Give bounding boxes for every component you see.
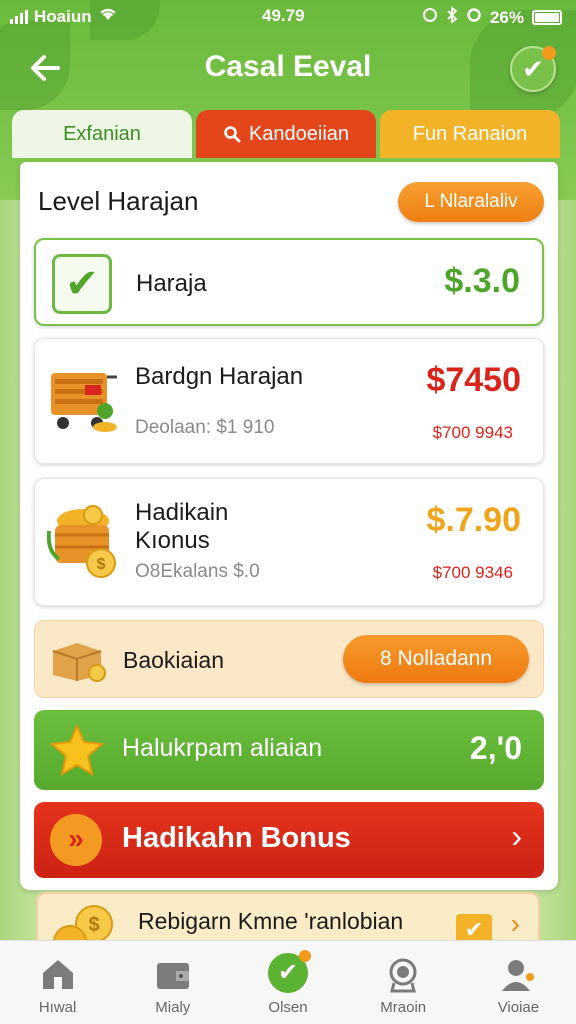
- wifi-icon: [98, 6, 118, 27]
- location-icon: [466, 7, 482, 28]
- carrier-group: Hoaiun: [10, 6, 118, 27]
- checkbox-checked[interactable]: ✔: [52, 254, 112, 314]
- signal-icon: [10, 9, 28, 24]
- green-banner[interactable]: Halukrpam aliaian 2,'0: [34, 710, 544, 790]
- home-icon: [42, 960, 73, 989]
- cart-icon: [51, 373, 117, 432]
- carrier-name: Hoaiun: [34, 6, 92, 26]
- alarm-icon: [422, 7, 438, 28]
- list-item[interactable]: ✔ Haraja $.3.0: [34, 238, 544, 326]
- nav-item-mialy[interactable]: Mialy: [115, 941, 230, 1024]
- bluetooth-icon: [446, 6, 458, 29]
- search-icon: [224, 126, 241, 143]
- chevron-right-icon: ›: [510, 908, 520, 939]
- item-name: Haraja: [136, 270, 207, 297]
- list-item[interactable]: Bardgn Harajan Deolaan: $1 910 $7450 $70…: [34, 338, 544, 464]
- box-row: Baokiaian 8 Nolladann: [34, 620, 544, 698]
- item-name: Bardgn Harajan: [135, 363, 304, 390]
- notification-dot: [299, 950, 311, 962]
- bottom-nav: Hıwal Mialy ✔ Olsen Mraoin Vioiae: [0, 940, 576, 1024]
- medal-icon: [389, 958, 417, 993]
- confirm-button[interactable]: ✔: [510, 46, 556, 92]
- box-action-button[interactable]: 8 Nolladann: [343, 635, 529, 683]
- green-banner-value: 2,'0: [469, 730, 522, 766]
- coin-basket-icon: $: [47, 505, 116, 578]
- item-detail: O8Ekalans $.0: [135, 561, 260, 582]
- battery-icon: [532, 10, 562, 25]
- checkmark-icon: ✔: [268, 950, 311, 993]
- notification-dot: [542, 46, 556, 60]
- svg-text:$: $: [88, 914, 99, 936]
- tab-kandoeiian[interactable]: Kandoeiian: [196, 110, 376, 158]
- chevron-right-icon: ›: [511, 818, 522, 854]
- nav-label: Hıwal: [38, 999, 77, 1016]
- item-sub-price: $700 9943: [432, 423, 513, 442]
- nav-item-home[interactable]: Hıwal: [0, 941, 115, 1024]
- green-banner-label: Halukrpam aliaian: [122, 734, 323, 762]
- tab-label: Kandoeiian: [248, 122, 350, 145]
- app-header: Casal Eeval ✔: [0, 40, 576, 100]
- bonus-banner-label: Hadikahn Bonus: [122, 822, 351, 854]
- tab-label: Fun Ranaion: [412, 122, 528, 145]
- status-bar: Hoaiun 49.79 26%: [0, 0, 576, 34]
- item-detail: Deolaan: $1 910: [135, 417, 275, 438]
- panel-title: Level Harajan: [38, 186, 199, 216]
- item-price: $.7.90: [426, 501, 521, 539]
- item-price: $7450: [426, 361, 521, 399]
- box-icon: [52, 643, 106, 682]
- list-item[interactable]: $ Hadikain Kıonus O8Ekalans $.0 $.7.90 $…: [34, 478, 544, 606]
- nav-item-profile[interactable]: Vioiae: [461, 941, 576, 1024]
- tab-label: Exfanian: [63, 122, 141, 145]
- nav-item-mraoin[interactable]: Mraoin: [346, 941, 461, 1024]
- main-panel: Level Harajan L Nlaralaliv ✔ Haraja $.3.…: [20, 162, 558, 890]
- status-time: 49.79: [262, 6, 305, 25]
- nav-label: Mraoin: [380, 999, 427, 1016]
- page-title: Casal Eeval: [204, 50, 372, 83]
- nav-label: Olsen: [268, 999, 308, 1016]
- box-row-label: Baokiaian: [123, 647, 225, 673]
- fast-forward-icon: »: [50, 814, 102, 866]
- item-name: Hadikain Kıonus: [135, 499, 229, 554]
- battery-percent: 26%: [489, 7, 524, 27]
- item-sub-price: $700 9346: [432, 563, 513, 582]
- star-icon: [50, 724, 104, 776]
- nav-label: Mialy: [155, 999, 191, 1016]
- tab-exfanian[interactable]: Exfanian: [12, 110, 192, 158]
- peek-row-label: Rebigarn Kmne 'ranlobian: [138, 908, 404, 934]
- bonus-banner[interactable]: » Hadikahn Bonus ›: [34, 802, 544, 878]
- checkmark-icon: ✔: [522, 54, 544, 84]
- nav-label: Vioiae: [497, 999, 540, 1016]
- level-filter-button[interactable]: L Nlaralaliv: [398, 182, 544, 222]
- status-right: 26%: [422, 6, 562, 29]
- svg-text:$: $: [97, 556, 106, 573]
- item-price: $.3.0: [444, 262, 520, 300]
- user-icon: [502, 960, 535, 991]
- tab-fun-ranaion[interactable]: Fun Ranaion: [380, 110, 560, 158]
- wallet-icon: [156, 963, 189, 989]
- tab-bar: Exfanian Kandoeiian Fun Ranaion: [12, 110, 560, 158]
- nav-item-olsen[interactable]: ✔ Olsen: [230, 941, 345, 1024]
